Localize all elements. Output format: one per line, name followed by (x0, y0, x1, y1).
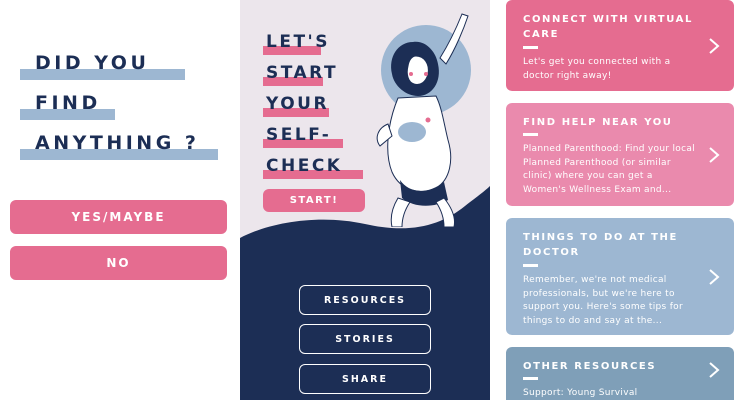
self-check-panel: LET'S START YOUR SELF- CHECK START! RESO… (240, 0, 490, 400)
card-title: FIND HELP NEAR YOU (523, 117, 673, 128)
card-find-help[interactable]: FIND HELP NEAR YOU Planned Parenthood: F… (506, 103, 734, 206)
resources-button[interactable]: RESOURCES (299, 285, 431, 315)
hero-text: START (266, 63, 339, 83)
hero-text: LET'S (266, 32, 330, 52)
question-line-2: FIND (20, 88, 218, 126)
hero-text: SELF- (266, 125, 332, 145)
card-divider (523, 264, 538, 267)
card-divider (523, 133, 538, 136)
card-virtual-care[interactable]: CONNECT WITH VIRTUAL CARE Let's get you … (506, 0, 734, 91)
question-text: DID YOU (35, 52, 150, 74)
chevron-right-icon (709, 147, 720, 163)
start-button[interactable]: START! (263, 189, 365, 212)
no-button[interactable]: NO (10, 246, 227, 280)
question-line-3: ANYTHING ? (20, 128, 218, 166)
card-description: Support: Young Survival (523, 388, 638, 398)
card-doctor-tips[interactable]: THINGS TO DO AT THE DOCTOR Remember, we'… (506, 218, 734, 335)
card-other-resources[interactable]: OTHER RESOURCES Support: Young Survival (506, 347, 734, 400)
card-title: THINGS TO DO AT THE DOCTOR (523, 232, 678, 258)
hero-line-4: SELF- (263, 124, 343, 150)
card-title: CONNECT WITH VIRTUAL CARE (523, 14, 693, 40)
chevron-right-icon (709, 38, 720, 54)
hero-line-5: CHECK (263, 155, 363, 181)
share-button[interactable]: SHARE (299, 364, 431, 394)
stories-button[interactable]: STORIES (299, 324, 431, 354)
card-divider (523, 46, 538, 49)
yes-maybe-button[interactable]: YES/MAYBE (10, 200, 227, 234)
feedback-panel: DID YOU FIND ANYTHING ? YES/MAYBE NO (0, 0, 240, 400)
hero-line-1: LET'S (263, 31, 330, 57)
card-description: Let's get you connected with a doctor ri… (523, 57, 671, 81)
card-description: Remember, we're not medical professional… (523, 275, 683, 326)
card-title: OTHER RESOURCES (523, 361, 657, 372)
question-line-1: DID YOU (20, 48, 218, 86)
hero-text: YOUR (266, 94, 330, 114)
chevron-right-icon (709, 269, 720, 285)
hero-line-3: YOUR (263, 93, 329, 119)
self-check-illustration (376, 13, 471, 227)
hero-line-2: START (263, 62, 338, 88)
question-text: ANYTHING ? (35, 132, 200, 154)
question-text: FIND (35, 92, 101, 114)
hero-text: CHECK (266, 156, 343, 176)
card-description: Planned Parenthood: Find your local Plan… (523, 144, 695, 195)
resource-cards-panel: CONNECT WITH VIRTUAL CARE Let's get you … (490, 0, 750, 400)
chevron-right-icon (709, 362, 720, 378)
card-divider (523, 377, 538, 380)
